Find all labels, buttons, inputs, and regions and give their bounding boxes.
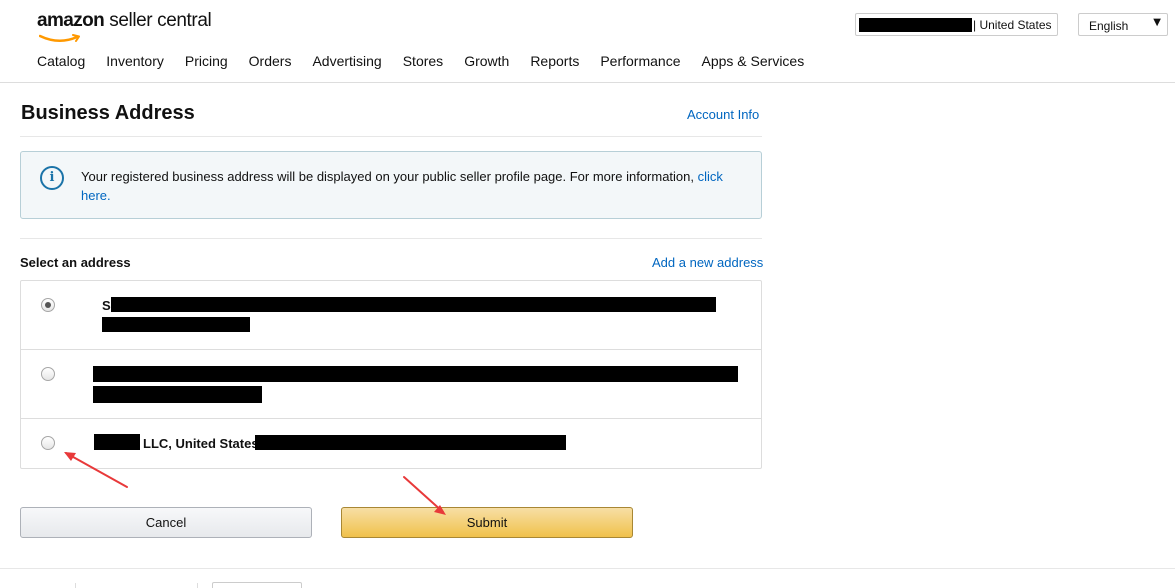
nav-item-catalog[interactable]: Catalog xyxy=(37,53,85,73)
caret-down-icon: ▼ xyxy=(1153,17,1161,28)
select-address-label: Select an address xyxy=(20,255,131,270)
account-switcher[interactable]: | United States xyxy=(855,13,1058,36)
redacted-account-name xyxy=(859,18,972,32)
address-list: S LLC, United States xyxy=(20,280,762,469)
cancel-button[interactable]: Cancel xyxy=(20,507,312,538)
nav-item-stores[interactable]: Stores xyxy=(403,53,443,73)
info-message-text: Your registered business address will be… xyxy=(81,169,698,184)
address-text-1: S xyxy=(102,298,111,313)
amazon-seller-central-logo[interactable]: amazon seller central xyxy=(37,10,212,42)
amazon-smile-icon xyxy=(39,34,80,42)
logo-brand-text: amazon xyxy=(37,10,105,31)
section-divider xyxy=(20,238,762,239)
address-option-2[interactable] xyxy=(21,350,761,419)
nav-item-pricing[interactable]: Pricing xyxy=(185,53,228,73)
submit-button[interactable]: Submit xyxy=(341,507,633,538)
account-country-label: | United States xyxy=(973,18,1052,32)
nav-item-orders[interactable]: Orders xyxy=(249,53,292,73)
address-text-3: LLC, United States xyxy=(143,436,259,451)
redacted-address-line xyxy=(93,386,262,403)
nav-item-apps-services[interactable]: Apps & Services xyxy=(702,53,805,73)
redacted-company-name xyxy=(94,434,140,450)
footer-separator xyxy=(75,583,76,588)
nav-item-reports[interactable]: Reports xyxy=(530,53,579,73)
address-option-1[interactable]: S xyxy=(21,281,761,350)
redacted-address-line xyxy=(93,366,738,382)
page-title: Business Address xyxy=(21,102,195,124)
redacted-address-line xyxy=(111,297,716,312)
language-select[interactable]: English ▼ xyxy=(1078,13,1168,36)
info-alert: i Your registered business address will … xyxy=(20,151,762,219)
redacted-address-line xyxy=(102,317,250,332)
language-label: English xyxy=(1089,19,1129,33)
footer-divider xyxy=(0,568,1175,569)
account-info-link[interactable]: Account Info xyxy=(687,107,759,122)
logo-product-text: seller central xyxy=(109,10,212,31)
top-header: amazon seller central | United States En… xyxy=(0,0,1175,83)
address-radio-1[interactable] xyxy=(41,298,55,312)
address-option-3[interactable]: LLC, United States xyxy=(21,419,761,468)
info-message: Your registered business address will be… xyxy=(81,167,751,205)
add-new-address-link[interactable]: Add a new address xyxy=(652,255,763,270)
nav-item-performance[interactable]: Performance xyxy=(600,53,680,73)
nav-item-inventory[interactable]: Inventory xyxy=(106,53,164,73)
nav-item-growth[interactable]: Growth xyxy=(464,53,509,73)
address-radio-3[interactable] xyxy=(41,436,55,450)
info-circle-icon: i xyxy=(40,166,64,190)
main-nav: Catalog Inventory Pricing Orders Adverti… xyxy=(37,53,825,73)
redacted-address-line xyxy=(255,435,566,450)
nav-item-advertising[interactable]: Advertising xyxy=(312,53,381,73)
footer-control[interactable] xyxy=(212,582,302,588)
title-divider xyxy=(20,136,762,137)
address-radio-2[interactable] xyxy=(41,367,55,381)
footer-separator xyxy=(197,583,198,588)
